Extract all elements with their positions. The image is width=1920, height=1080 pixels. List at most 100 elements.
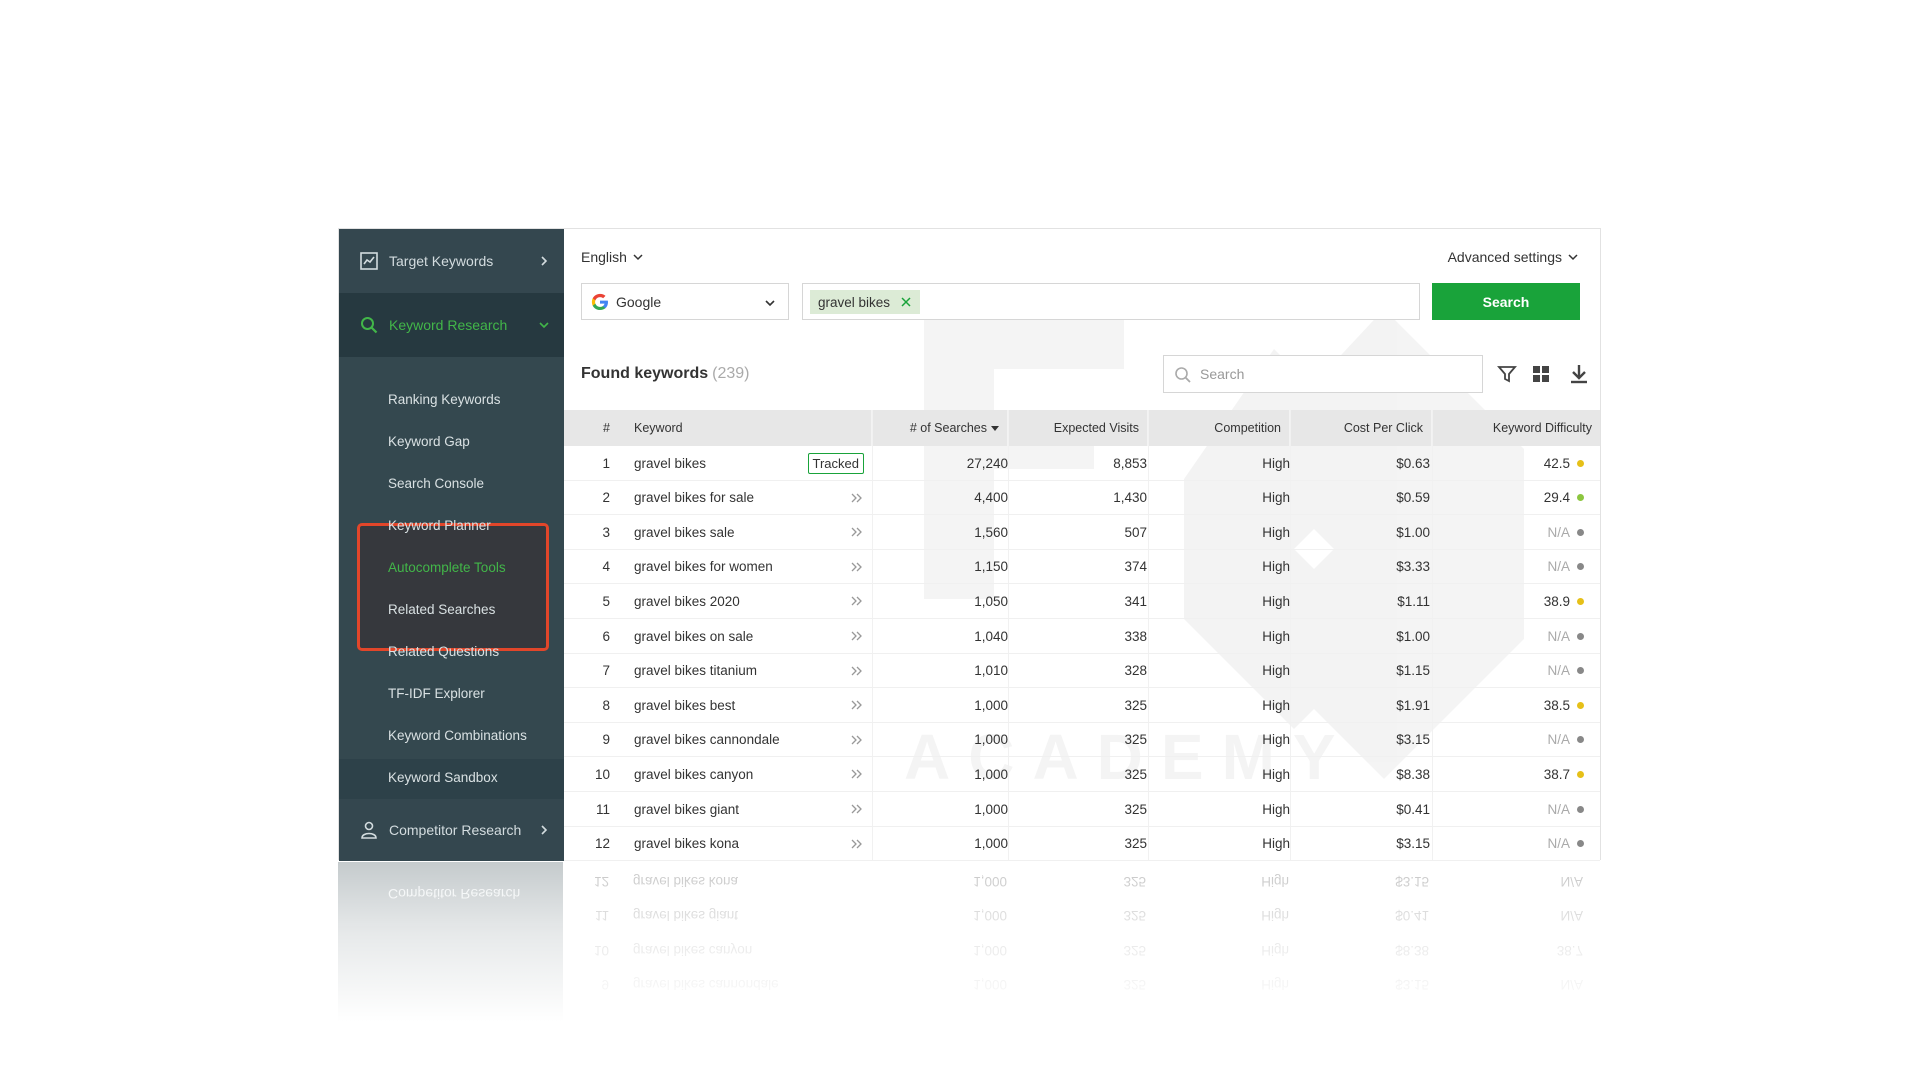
col-header-competition[interactable]: Competition <box>1148 410 1290 446</box>
difficulty-value: N/A <box>1547 559 1570 575</box>
row-action[interactable] <box>804 792 864 826</box>
grid-view-icon[interactable] <box>1530 363 1552 385</box>
row-action[interactable]: Tracked <box>804 446 864 480</box>
difficulty-value: N/A <box>1547 628 1570 644</box>
col-header-difficulty[interactable]: Keyword Difficulty <box>1432 410 1600 446</box>
double-chevron-right-icon[interactable] <box>850 734 864 746</box>
row-action[interactable] <box>804 757 864 791</box>
row-searches: 27,240 <box>966 455 1008 471</box>
keyword-tag: gravel bikes <box>810 290 921 314</box>
double-chevron-right-icon[interactable] <box>850 803 864 815</box>
row-action[interactable] <box>804 550 864 584</box>
row-action[interactable] <box>804 481 864 515</box>
row-visits: 328 <box>1124 663 1147 679</box>
sidebar-item-related-questions[interactable]: Related Questions <box>388 630 564 672</box>
row-searches: 1,000 <box>974 836 1008 852</box>
row-number: 9 <box>602 732 610 748</box>
double-chevron-right-icon[interactable] <box>850 768 864 780</box>
col-header-number[interactable]: # <box>564 410 610 446</box>
table-row[interactable]: 11 gravel bikes giant 1,000 325 High $0.41 N/A <box>564 792 1600 827</box>
sort-desc-icon <box>991 426 999 431</box>
search-button[interactable]: Search <box>1432 283 1580 320</box>
close-icon[interactable] <box>900 296 912 308</box>
double-chevron-right-icon[interactable] <box>850 838 864 850</box>
table-row[interactable]: 6 gravel bikes on sale 1,040 338 High $1.00 N/… <box>564 619 1600 654</box>
difficulty-dot <box>1577 701 1584 709</box>
row-number: 3 <box>602 524 610 540</box>
double-chevron-right-icon[interactable] <box>850 526 864 538</box>
double-chevron-right-icon[interactable] <box>850 699 864 711</box>
sidebar-item-ranking-keywords[interactable]: Ranking Keywords <box>388 378 564 420</box>
row-number: 4 <box>602 559 610 575</box>
col-header-searches[interactable]: # of Searches <box>872 410 1008 446</box>
table-row[interactable]: 10 gravel bikes canyon 1,000 325 High $8.38 38… <box>564 757 1600 792</box>
row-action[interactable] <box>804 827 864 861</box>
row-competition: High <box>1262 490 1290 506</box>
row-action[interactable] <box>804 688 864 722</box>
difficulty-value: N/A <box>1547 836 1570 852</box>
chevron-down-icon <box>765 300 775 307</box>
double-chevron-right-icon[interactable] <box>850 630 864 642</box>
found-keywords-title: Found keywords (239) <box>581 365 749 383</box>
double-chevron-right-icon[interactable] <box>850 665 864 677</box>
difficulty-dot <box>1577 563 1584 571</box>
table-row[interactable]: 2 gravel bikes for sale 4,400 1,430 High $0.5… <box>564 481 1600 516</box>
row-action[interactable] <box>804 654 864 688</box>
difficulty-dot <box>1577 597 1584 605</box>
row-competition: High <box>1262 455 1290 471</box>
row-searches: 1,040 <box>974 628 1008 644</box>
language-dropdown[interactable]: English <box>581 249 643 265</box>
difficulty-dot <box>1577 459 1584 467</box>
sidebar-item-keyword-gap[interactable]: Keyword Gap <box>388 420 564 462</box>
row-action[interactable] <box>804 619 864 653</box>
table-row[interactable]: 1 gravel bikes Tracked 27,240 8,853 High $0.63… <box>564 446 1600 481</box>
sidebar-item-keyword-planner[interactable]: Keyword Planner <box>388 504 564 546</box>
sidebar-item-search-console[interactable]: Search Console <box>388 462 564 504</box>
row-searches: 1,000 <box>974 697 1008 713</box>
row-visits: 325 <box>1124 766 1147 782</box>
col-header-visits[interactable]: Expected Visits <box>1008 410 1148 446</box>
sidebar-item-keyword-sandbox[interactable]: Keyword Sandbox <box>388 756 564 798</box>
download-icon[interactable] <box>1568 363 1590 385</box>
chevron-down-icon <box>633 254 643 261</box>
row-action[interactable] <box>804 515 864 549</box>
double-chevron-right-icon[interactable] <box>850 561 864 573</box>
col-header-keyword[interactable]: Keyword <box>620 410 872 446</box>
row-cpc: $3.15 <box>1396 836 1430 852</box>
row-cpc: $8.38 <box>1396 766 1430 782</box>
row-searches: 1,000 <box>974 801 1008 817</box>
difficulty-value: N/A <box>1547 524 1570 540</box>
advanced-settings-label: Advanced settings <box>1447 249 1562 265</box>
table-row[interactable]: 7 gravel bikes titanium 1,010 328 High $1.15 N… <box>564 654 1600 689</box>
keyword-input[interactable]: gravel bikes <box>802 283 1420 320</box>
col-header-cpc[interactable]: Cost Per Click <box>1290 410 1432 446</box>
search-engine-select[interactable]: Google <box>581 283 789 320</box>
table-row[interactable]: 3 gravel bikes sale 1,560 507 High $1.00 N/A <box>564 515 1600 550</box>
double-chevron-right-icon[interactable] <box>850 492 864 504</box>
nav-target-keywords[interactable]: Target Keywords <box>339 229 564 293</box>
chevron-down-icon <box>539 322 549 329</box>
advanced-settings-dropdown[interactable]: Advanced settings <box>1448 249 1578 265</box>
table-row[interactable]: 9 gravel bikes cannondale 1,000 325 High $3.1… <box>564 723 1600 758</box>
row-visits: 325 <box>1124 732 1147 748</box>
row-action[interactable] <box>804 584 864 618</box>
table-row[interactable]: 12 gravel bikes kona 1,000 325 High $3.15 N/A <box>564 827 1600 861</box>
table-row[interactable]: 8 gravel bikes best 1,000 325 High $1.91 38.5 <box>564 688 1600 723</box>
filter-search-input[interactable]: Search <box>1163 355 1483 393</box>
table-row[interactable]: 5 gravel bikes 2020 1,050 341 High $1.11 38.9 <box>564 584 1600 619</box>
row-competition: High <box>1262 801 1290 817</box>
row-cpc: $3.33 <box>1396 559 1430 575</box>
filter-icon[interactable] <box>1496 363 1518 385</box>
row-difficulty: N/A <box>1434 550 1584 584</box>
search-icon <box>359 315 379 335</box>
double-chevron-right-icon[interactable] <box>850 595 864 607</box>
sidebar-item-keyword-combinations[interactable]: Keyword Combinations <box>388 714 564 756</box>
tracked-badge[interactable]: Tracked <box>807 452 864 474</box>
nav-competitor-research[interactable]: Competitor Research <box>339 799 564 861</box>
sidebar-item-autocomplete-tools[interactable]: Autocomplete Tools <box>388 546 564 588</box>
sidebar-item-related-searches[interactable]: Related Searches <box>388 588 564 630</box>
table-row[interactable]: 4 gravel bikes for women 1,150 374 High $3.33… <box>564 550 1600 585</box>
row-action[interactable] <box>804 723 864 757</box>
nav-keyword-research[interactable]: Keyword Research <box>339 293 564 357</box>
sidebar-item-tf-idf-explorer[interactable]: TF-IDF Explorer <box>388 672 564 714</box>
